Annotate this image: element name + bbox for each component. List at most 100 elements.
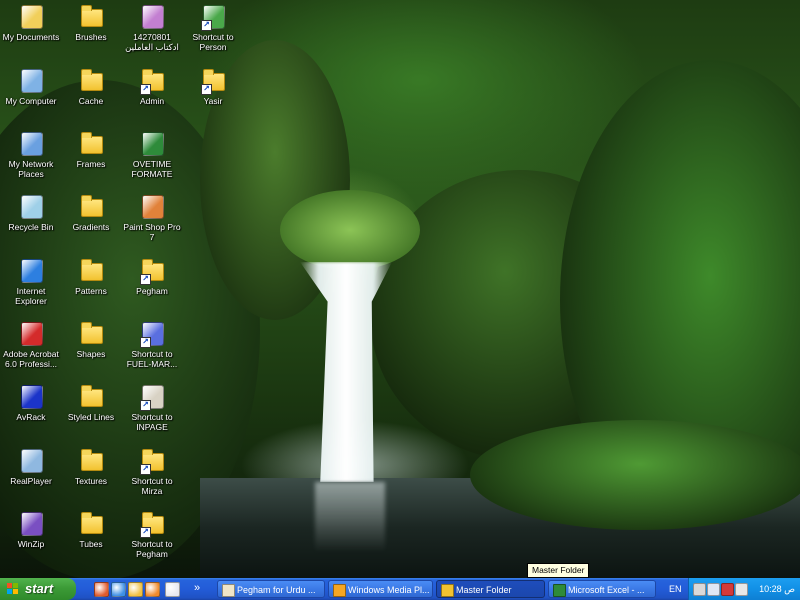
tray-network-icon[interactable]: [707, 583, 720, 596]
desktop-icon-label: Shortcut to Mirza: [131, 476, 173, 496]
taskbar-button-media-player[interactable]: Windows Media Pl...: [328, 580, 433, 598]
desktop-icon-label: Patterns: [75, 286, 107, 296]
desktop-icon-label: Textures: [74, 476, 108, 486]
foreground-ferns: [470, 420, 800, 530]
folder-shortcut-icon: ↗: [138, 256, 166, 285]
folder-icon: [77, 129, 105, 157]
desktop-icon-my-documents[interactable]: My Documents: [0, 2, 62, 42]
desktop-icon-cache[interactable]: Cache: [60, 66, 122, 106]
archive-file-icon: [138, 2, 166, 30]
paint-shop-pro-icon: [138, 192, 166, 220]
taskbar: start » Pegham for Urdu ... Windows Media…: [0, 578, 800, 600]
taskbar-button-excel[interactable]: Microsoft Excel - ...: [548, 580, 656, 598]
folder-shortcut-icon: ↗: [199, 66, 227, 95]
fuel-mar-shortcut-icon: ↗: [138, 319, 166, 348]
desktop-icon-styled-lines[interactable]: Styled Lines: [60, 382, 122, 422]
ql-internet-explorer-icon[interactable]: [111, 582, 126, 597]
language-indicator[interactable]: EN: [669, 578, 682, 600]
taskbar-button-label: Pegham for Urdu ...: [237, 585, 316, 595]
desktop-icon-shapes[interactable]: Shapes: [60, 319, 122, 359]
my-computer-icon: [17, 66, 45, 94]
desktop-icon-label: Recycle Bin: [8, 222, 54, 232]
start-button[interactable]: start: [0, 578, 76, 600]
clock[interactable]: 10:28 ص: [759, 578, 795, 600]
desktop-icon-label: Yasir: [203, 96, 223, 106]
desktop-icon-label: RealPlayer: [10, 476, 52, 486]
folder-icon: [77, 66, 105, 94]
system-tray: 10:28 ص: [688, 578, 800, 600]
realplayer-icon: [17, 446, 45, 474]
taskbar-tooltip: Master Folder: [527, 563, 590, 578]
folder-icon: [77, 256, 105, 284]
desktop-icon-label: Paint Shop Pro 7: [123, 222, 181, 242]
desktop-icon-label: Styled Lines: [67, 412, 115, 422]
desktop-icon-label: Adobe Acrobat 6.0 Professi...: [3, 349, 59, 369]
desktop-icon-gradients[interactable]: Gradients: [60, 192, 122, 232]
desktop-icon-mirza[interactable]: ↗ Shortcut to Mirza: [121, 446, 183, 496]
desktop-icon-admin[interactable]: ↗ Admin: [121, 66, 183, 106]
folder-icon: [77, 192, 105, 220]
desktop-icon-frames[interactable]: Frames: [60, 129, 122, 169]
ql-media-player-icon[interactable]: [145, 582, 160, 597]
desktop-icon-label: Pegham: [136, 286, 168, 296]
desktop-icon-label: WinZip: [17, 539, 45, 549]
pool-reflection: [315, 482, 385, 552]
desktop-icon-my-network-places[interactable]: My Network Places: [0, 129, 62, 179]
desktop-icon-realplayer[interactable]: RealPlayer: [0, 446, 62, 486]
ql-firefox-icon[interactable]: [94, 582, 109, 597]
desktop-icon-inpage[interactable]: ↗ Shortcut to INPAGE: [121, 382, 183, 432]
quick-launch-overflow-button[interactable]: »: [194, 578, 200, 598]
desktop-icon-label: My Network Places: [8, 159, 54, 179]
desktop-icon-label: AvRack: [16, 412, 46, 422]
desktop-icon-internet-explorer[interactable]: Internet Explorer: [0, 256, 62, 306]
avrack-icon: [17, 382, 45, 410]
excel-icon: [553, 584, 566, 597]
background-grass: [280, 190, 420, 270]
desktop-icon-my-computer[interactable]: My Computer: [0, 66, 62, 106]
desktop-icon-label: Brushes: [75, 32, 107, 42]
folder-icon: [77, 382, 105, 410]
desktop-icon-avrack[interactable]: AvRack: [0, 382, 62, 422]
taskbar-button-label: Windows Media Pl...: [348, 585, 430, 595]
media-player-icon: [333, 584, 346, 597]
folder-icon: [441, 584, 454, 597]
desktop-icon-person[interactable]: ↗ Shortcut to Person: [182, 2, 244, 52]
desktop-icon-label: Shapes: [76, 349, 106, 359]
desktop-icon-textures[interactable]: Textures: [60, 446, 122, 486]
folder-shortcut-icon: ↗: [138, 66, 166, 95]
desktop-icon-label: My Documents: [2, 32, 60, 42]
desktop-icon-recycle-bin[interactable]: Recycle Bin: [0, 192, 62, 232]
my-documents-icon: [17, 2, 45, 30]
desktop-icon-label: Shortcut to FUEL-MAR...: [126, 349, 178, 369]
desktop-icon-label: 14270801 ادکتاب العاملين: [125, 32, 179, 52]
desktop-icon-pegham-shortcut[interactable]: ↗ Shortcut to Pegham: [121, 509, 183, 559]
taskbar-button-pegham-urdu[interactable]: Pegham for Urdu ...: [217, 580, 325, 598]
desktop-icon-patterns[interactable]: Patterns: [60, 256, 122, 296]
desktop-icon-paint-shop-pro[interactable]: Paint Shop Pro 7: [121, 192, 183, 242]
desktop-icon-yasir[interactable]: ↗ Yasir: [182, 66, 244, 106]
desktop-icon-pegham[interactable]: ↗ Pegham: [121, 256, 183, 296]
tray-volume-icon[interactable]: [735, 583, 748, 596]
desktop-icon-tubes[interactable]: Tubes: [60, 509, 122, 549]
taskbar-button-master-folder[interactable]: Master Folder: [436, 580, 545, 598]
windows-logo-icon: [7, 583, 19, 595]
desktop-icon-overtime-formate[interactable]: OVETIME FORMATE: [121, 129, 183, 179]
ql-notepad-icon[interactable]: [165, 582, 180, 597]
folder-icon: [77, 319, 105, 347]
tray-shield-icon[interactable]: [721, 583, 734, 596]
folder-shortcut-icon: ↗: [138, 509, 166, 538]
start-label: start: [25, 581, 54, 596]
desktop-icon-winzip[interactable]: WinZip: [0, 509, 62, 549]
folder-icon: [77, 509, 105, 537]
network-places-icon: [17, 129, 45, 157]
desktop-icon-arabic-file[interactable]: 14270801 ادکتاب العاملين: [121, 2, 183, 52]
internet-explorer-icon: [17, 256, 45, 284]
tray-keyboard-icon[interactable]: [693, 583, 706, 596]
desktop-icon-adobe-acrobat[interactable]: Adobe Acrobat 6.0 Professi...: [0, 319, 62, 369]
desktop-icon-label: Internet Explorer: [15, 286, 47, 306]
desktop-icon-label: OVETIME FORMATE: [131, 159, 173, 179]
desktop-icon-label: Shortcut to INPAGE: [131, 412, 173, 432]
desktop-icon-fuel-mar[interactable]: ↗ Shortcut to FUEL-MAR...: [121, 319, 183, 369]
desktop-icon-brushes[interactable]: Brushes: [60, 2, 122, 42]
ql-outlook-icon[interactable]: [128, 582, 143, 597]
